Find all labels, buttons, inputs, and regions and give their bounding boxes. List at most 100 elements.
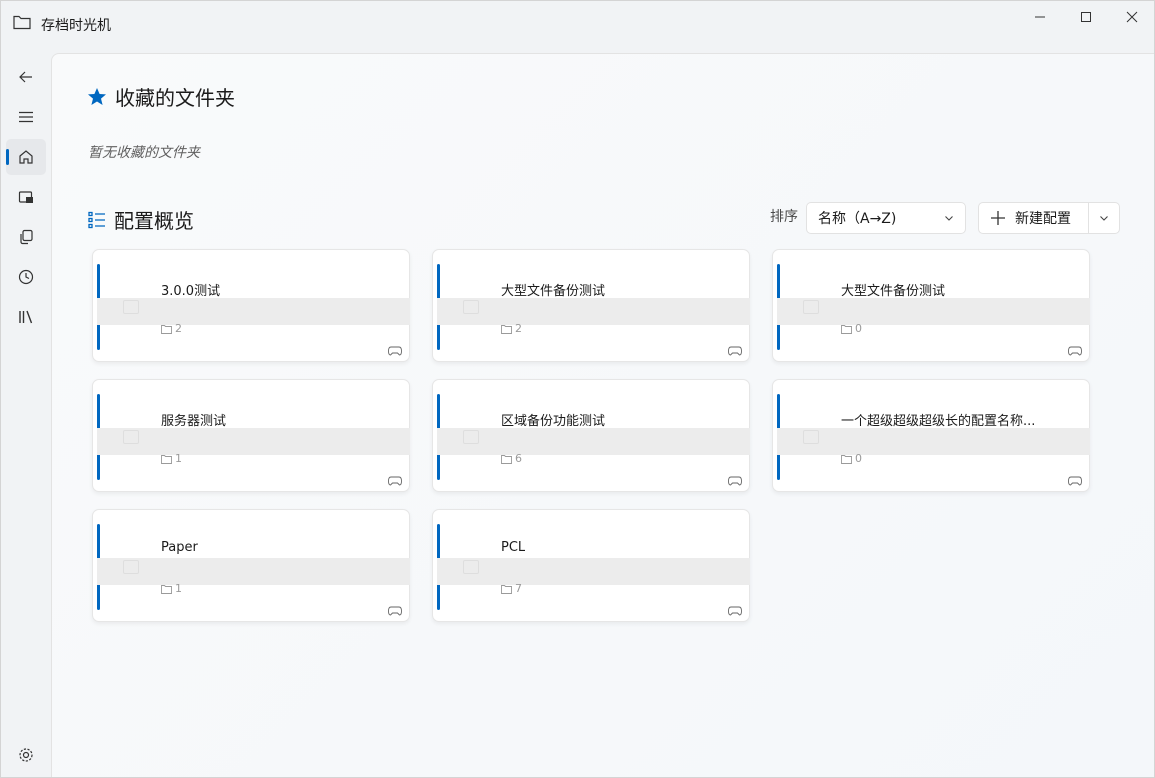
chevron-down-icon <box>945 216 953 221</box>
gamepad-icon <box>388 606 402 616</box>
overview-title: 配置概览 <box>114 209 194 233</box>
folder-icon <box>161 454 172 464</box>
card-folder-count: 1 <box>161 452 182 465</box>
folder-icon <box>463 300 479 314</box>
nav-item-settings[interactable] <box>6 737 46 773</box>
gamepad-icon <box>728 606 742 616</box>
minimize-icon <box>1035 16 1045 18</box>
backup-icon <box>18 191 33 203</box>
minimize-button[interactable] <box>1017 1 1063 33</box>
card-name: 服务器测试 <box>161 414 227 429</box>
card-folder-count: 6 <box>501 452 522 465</box>
config-card[interactable]: 大型文件备份测试 0 <box>772 249 1090 362</box>
folder-icon <box>501 324 512 334</box>
card-count-value: 0 <box>855 452 862 465</box>
library-icon <box>19 310 33 324</box>
selection-indicator <box>6 149 9 165</box>
config-card[interactable]: 一个超级超级超级长的配置名称... 0 <box>772 379 1090 492</box>
gamepad-icon <box>1068 346 1082 356</box>
config-card[interactable]: 服务器测试 1 <box>92 379 410 492</box>
config-card[interactable]: 3.0.0测试 2 <box>92 249 410 362</box>
config-card[interactable]: PCL 7 <box>432 509 750 622</box>
card-count-value: 7 <box>515 582 522 595</box>
sort-value: 名称（A→Z) <box>818 211 897 227</box>
config-card[interactable]: 区域备份功能测试 6 <box>432 379 750 492</box>
star-icon <box>88 87 106 105</box>
card-name: PCL <box>501 540 526 555</box>
sort-dropdown[interactable]: 名称（A→Z) <box>806 202 966 234</box>
config-card[interactable]: 大型文件备份测试 2 <box>432 249 750 362</box>
gamepad-icon <box>728 346 742 356</box>
card-placeholder-row <box>437 558 750 585</box>
maximize-button[interactable] <box>1063 1 1109 33</box>
card-name: 3.0.0测试 <box>161 284 221 299</box>
new-config-dropdown-button[interactable] <box>1089 213 1119 223</box>
card-name: 一个超级超级超级长的配置名称... <box>841 414 1036 429</box>
card-placeholder-row <box>97 428 410 455</box>
config-card[interactable]: Paper 1 <box>92 509 410 622</box>
overview-header: 配置概览 <box>88 205 194 234</box>
back-arrow-icon <box>19 71 32 83</box>
folder-icon <box>161 584 172 594</box>
favorites-empty-text: 暂无收藏的文件夹 <box>88 145 200 161</box>
gamepad-icon <box>388 476 402 486</box>
hamburger-menu-icon <box>19 111 33 123</box>
folder-icon <box>501 454 512 464</box>
folder-icon <box>161 324 172 334</box>
card-name: Paper <box>161 540 198 555</box>
settings-icon <box>19 748 33 762</box>
folder-icon <box>123 430 139 444</box>
menu-toggle-button[interactable] <box>6 99 46 135</box>
main-content: 收藏的文件夹 暂无收藏的文件夹 配置概览 排序 名称（A→Z) 新建配置 3.0… <box>51 53 1154 777</box>
favorites-title: 收藏的文件夹 <box>115 86 235 110</box>
app-window: 存档时光机 收藏的文件夹 暂无收藏的文件夹 配置概览 排序 名称（A→Z) 新建… <box>0 0 1155 778</box>
nav-item-library[interactable] <box>6 299 46 335</box>
plus-icon <box>991 211 1005 225</box>
new-config-label: 新建配置 <box>1015 211 1071 227</box>
card-placeholder-row <box>437 298 750 325</box>
new-config-button[interactable]: 新建配置 <box>979 203 1089 233</box>
close-button[interactable] <box>1109 1 1155 33</box>
card-count-value: 2 <box>515 322 522 335</box>
card-count-value: 0 <box>855 322 862 335</box>
close-icon <box>1126 11 1138 23</box>
folder-icon <box>123 300 139 314</box>
card-folder-count: 0 <box>841 322 862 335</box>
card-placeholder-row <box>97 298 410 325</box>
card-name: 大型文件备份测试 <box>501 284 606 299</box>
chevron-down-icon <box>1100 216 1108 221</box>
folder-icon <box>803 300 819 314</box>
gamepad-icon <box>728 476 742 486</box>
sort-label: 排序 <box>770 209 798 225</box>
title-bar: 存档时光机 <box>1 1 1154 47</box>
card-name: 大型文件备份测试 <box>841 284 946 299</box>
nav-item-backup[interactable] <box>6 179 46 215</box>
gamepad-icon <box>388 346 402 356</box>
card-count-value: 1 <box>175 582 182 595</box>
back-button[interactable] <box>6 59 46 95</box>
home-icon <box>19 150 33 164</box>
list-icon <box>88 211 105 228</box>
folder-icon <box>13 15 31 30</box>
folder-icon <box>123 560 139 574</box>
card-folder-count: 7 <box>501 582 522 595</box>
card-name: 区域备份功能测试 <box>501 414 606 429</box>
nav-item-history[interactable] <box>6 259 46 295</box>
card-count-value: 6 <box>515 452 522 465</box>
copy-icon <box>20 229 33 245</box>
card-folder-count: 0 <box>841 452 862 465</box>
card-count-value: 2 <box>175 322 182 335</box>
navigation-pane <box>1 53 51 777</box>
card-folder-count: 2 <box>161 322 182 335</box>
folder-icon <box>803 430 819 444</box>
folder-icon <box>463 430 479 444</box>
card-count-value: 1 <box>175 452 182 465</box>
nav-item-copy[interactable] <box>6 219 46 255</box>
card-placeholder-row <box>777 298 1090 325</box>
nav-item-home[interactable] <box>6 139 46 175</box>
folder-icon <box>841 454 852 464</box>
gamepad-icon <box>1068 476 1082 486</box>
card-placeholder-row <box>97 558 410 585</box>
card-folder-count: 1 <box>161 582 182 595</box>
folder-icon <box>463 560 479 574</box>
